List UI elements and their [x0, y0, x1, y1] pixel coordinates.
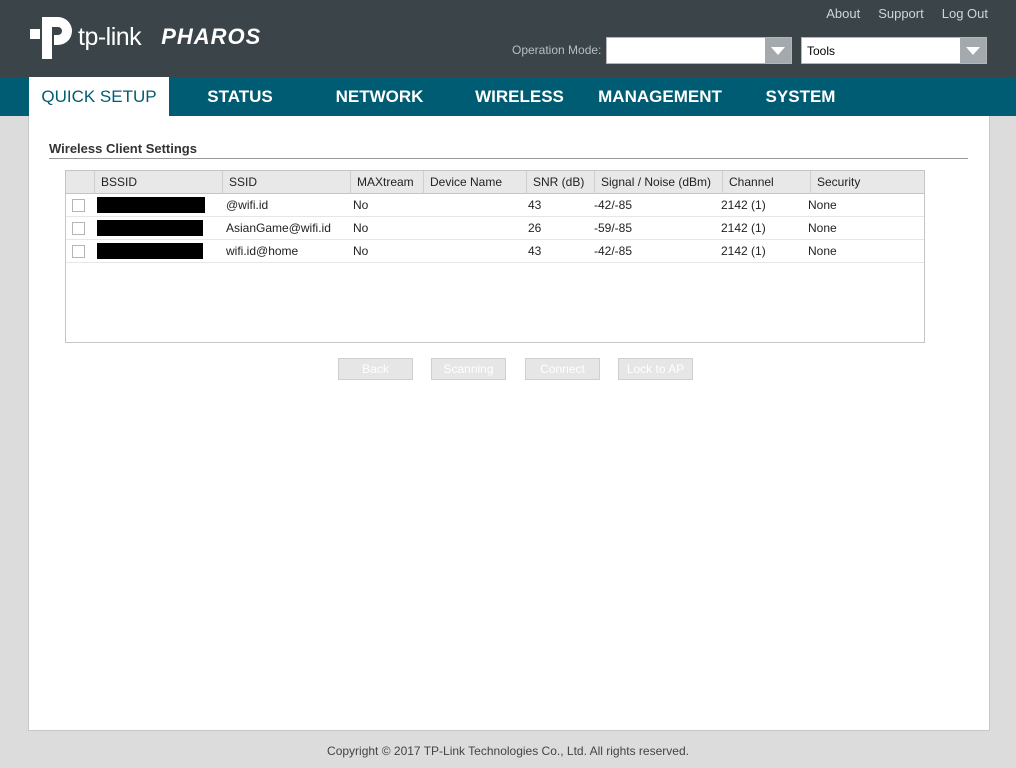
tab-management[interactable]: MANAGEMENT — [590, 77, 730, 116]
cell-ssid: AsianGame@wifi.id — [226, 221, 331, 235]
column-signal-noise[interactable]: Signal / Noise (dBm) — [595, 171, 723, 194]
column-device-name[interactable]: Device Name — [424, 171, 527, 194]
cell-snr: 43 — [528, 244, 542, 258]
table-row[interactable]: @wifi.id No 43 -42/-85 2142 (1) None — [66, 194, 924, 217]
cell-maxtream: No — [353, 244, 369, 258]
tab-status[interactable]: STATUS — [185, 77, 295, 116]
column-security[interactable]: Security — [811, 171, 924, 194]
tp-link-logo: tp-link PHAROS — [28, 12, 261, 62]
copyright-footer: Copyright © 2017 TP-Link Technologies Co… — [327, 744, 689, 758]
tab-quick-setup[interactable]: QUICK SETUP — [29, 77, 169, 116]
chevron-down-icon[interactable] — [960, 38, 986, 63]
section-divider — [49, 158, 968, 159]
support-link[interactable]: Support — [878, 6, 924, 21]
cell-snr: 43 — [528, 198, 542, 212]
client-table: BSSID SSID MAXtream Device Name SNR (dB)… — [65, 170, 925, 343]
operation-mode-select[interactable] — [606, 37, 792, 64]
column-maxtream[interactable]: MAXtream — [351, 171, 424, 194]
cell-ssid: wifi.id@home — [226, 244, 299, 258]
logout-link[interactable]: Log Out — [942, 6, 988, 21]
redacted-bssid — [97, 243, 203, 259]
table-row[interactable]: wifi.id@home No 43 -42/-85 2142 (1) None — [66, 240, 924, 263]
tab-wireless[interactable]: WIRELESS — [462, 77, 577, 116]
tools-select[interactable]: Tools — [801, 37, 987, 64]
header-bar: tp-link PHAROS About Support Log Out Ope… — [0, 0, 1016, 77]
main-nav: QUICK SETUP STATUS NETWORK WIRELESS MANA… — [0, 77, 1016, 116]
column-ssid[interactable]: SSID — [223, 171, 351, 194]
cell-channel: 2142 (1) — [721, 221, 766, 235]
redacted-bssid — [97, 197, 205, 213]
product-name: PHAROS — [161, 24, 262, 49]
brand-name: tp-link — [78, 22, 142, 51]
column-channel[interactable]: Channel — [723, 171, 811, 194]
chevron-down-icon[interactable] — [765, 38, 791, 63]
cell-maxtream: No — [353, 198, 369, 212]
tab-network[interactable]: NETWORK — [322, 77, 437, 116]
tp-link-logo-icon — [30, 17, 72, 59]
tab-system[interactable]: SYSTEM — [748, 77, 853, 116]
connect-button[interactable]: Connect — [525, 358, 600, 380]
column-bssid[interactable]: BSSID — [95, 171, 223, 194]
redacted-bssid — [97, 220, 203, 236]
cell-signal-noise: -42/-85 — [594, 198, 633, 212]
cell-security: None — [808, 198, 837, 212]
content-panel: Wireless Client Settings BSSID SSID MAXt… — [28, 116, 990, 731]
cell-signal-noise: -59/-85 — [594, 221, 633, 235]
column-snr[interactable]: SNR (dB) — [527, 171, 595, 194]
table-row[interactable]: AsianGame@wifi.id No 26 -59/-85 2142 (1)… — [66, 217, 924, 240]
top-links: About Support Log Out — [826, 6, 988, 21]
cell-signal-noise: -42/-85 — [594, 244, 633, 258]
row-checkbox[interactable] — [72, 222, 85, 235]
back-button[interactable]: Back — [338, 358, 413, 380]
cell-ssid: @wifi.id — [226, 198, 269, 212]
row-checkbox[interactable] — [72, 199, 85, 212]
select-column-header — [66, 171, 95, 194]
cell-channel: 2142 (1) — [721, 198, 766, 212]
lock-to-ap-button[interactable]: Lock to AP — [618, 358, 693, 380]
cell-snr: 26 — [528, 221, 542, 235]
operation-mode-label: Operation Mode: — [512, 43, 602, 57]
cell-maxtream: No — [353, 221, 369, 235]
row-checkbox[interactable] — [72, 245, 85, 258]
scanning-button[interactable]: Scanning — [431, 358, 506, 380]
tools-value: Tools — [807, 44, 836, 58]
cell-security: None — [808, 221, 837, 235]
cell-security: None — [808, 244, 837, 258]
cell-channel: 2142 (1) — [721, 244, 766, 258]
about-link[interactable]: About — [826, 6, 860, 21]
section-title: Wireless Client Settings — [49, 141, 197, 156]
table-header: BSSID SSID MAXtream Device Name SNR (dB)… — [66, 171, 924, 194]
